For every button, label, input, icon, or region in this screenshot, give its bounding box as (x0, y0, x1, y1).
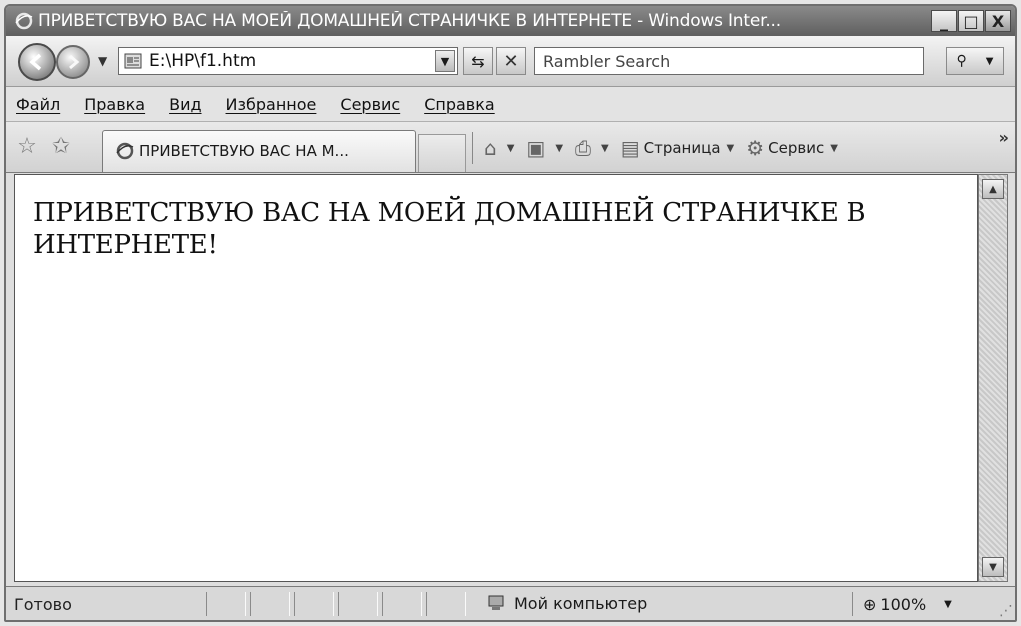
address-input[interactable]: E:\HP\f1.htm ▼ (118, 47, 458, 75)
feeds-button[interactable]: ▣ ▼ (526, 136, 563, 160)
page-menu-label: Страница (643, 139, 721, 157)
search-input[interactable]: Rambler Search (534, 47, 924, 75)
scroll-up-button[interactable]: ▲ (982, 179, 1004, 199)
browser-window: ПРИВЕТСТВУЮ ВАС НА МОЕЙ ДОМАШНЕЙ СТРАНИЧ… (4, 4, 1017, 622)
address-dropdown-button[interactable]: ▼ (435, 50, 455, 72)
menu-tools[interactable]: Сервис (340, 95, 400, 114)
refresh-button[interactable]: ⇆ (463, 47, 493, 75)
tools-menu-label: Сервис (768, 139, 825, 157)
status-cell (426, 592, 466, 616)
status-cell (250, 592, 290, 616)
forward-arrow-icon (69, 54, 80, 70)
chevron-down-icon: ▼ (985, 55, 994, 67)
chevron-down-icon: ▼ (944, 598, 952, 610)
status-cell (382, 592, 422, 616)
more-commands-button[interactable]: » (999, 128, 1009, 147)
close-button[interactable]: X (985, 10, 1011, 32)
zone-label: Мой компьютер (514, 593, 648, 613)
print-icon: ⎙ (575, 136, 592, 160)
resize-grip-icon[interactable]: ⋰ (999, 603, 1013, 619)
menu-bar: Файл Правка Вид Избранное Сервис Справка (6, 87, 1015, 122)
chevron-down-icon: ▼ (555, 142, 564, 154)
print-button[interactable]: ⎙ ▼ (575, 136, 609, 160)
magnifier-icon: ⚲ (956, 53, 967, 69)
new-tab-button[interactable] (418, 134, 466, 172)
chevron-down-icon: ▼ (830, 142, 838, 154)
menu-favorites[interactable]: Избранное (226, 95, 317, 114)
scroll-down-button[interactable]: ▼ (982, 557, 1004, 577)
address-row: ▼ E:\HP\f1.htm ▼ ⇆ ✕ Rambler Search ⚲ ▼ (6, 36, 1015, 87)
page-menu-icon: ▤ (620, 136, 640, 160)
title-bar: ПРИВЕТСТВУЮ ВАС НА МОЕЙ ДОМАШНЕЙ СТРАНИЧ… (6, 6, 1015, 36)
zoom-control[interactable]: ⊕ 100% ▼ (852, 592, 992, 616)
address-url: E:\HP\f1.htm (149, 51, 257, 71)
vertical-scrollbar[interactable]: ▲ ▼ (978, 174, 1008, 582)
forward-button[interactable] (56, 45, 90, 79)
search-button[interactable]: ⚲ ▼ (946, 47, 1004, 75)
tools-gear-icon: ⚙ (746, 136, 765, 160)
stop-button[interactable]: ✕ (496, 47, 526, 75)
menu-help[interactable]: Справка (424, 95, 495, 114)
status-cell (206, 592, 246, 616)
security-zone[interactable]: Мой компьютер (486, 593, 647, 613)
back-arrow-icon (29, 53, 42, 71)
window-title: ПРИВЕТСТВУЮ ВАС НА МОЕЙ ДОМАШНЕЙ СТРАНИЧ… (38, 11, 781, 31)
maximize-button[interactable]: □ (958, 10, 984, 32)
chevron-down-icon: ▼ (726, 142, 735, 154)
add-favorites-icon[interactable]: ✩ (50, 134, 72, 159)
zoom-level: 100% (880, 594, 927, 614)
menu-edit[interactable]: Правка (84, 95, 145, 114)
favorites-star-icon[interactable]: ☆ (16, 134, 38, 159)
menu-view[interactable]: Вид (169, 95, 201, 114)
tools-menu-button[interactable]: ⚙ Сервис ▼ (746, 136, 838, 160)
tab-label: ПРИВЕТСТВУЮ ВАС НА М... (139, 142, 349, 160)
status-text: Готово (14, 595, 72, 614)
status-bar: Готово Мой компьютер ⊕ 100% ▼ ⋰ (6, 586, 1015, 620)
search-placeholder: Rambler Search (543, 52, 671, 71)
minimize-button[interactable]: _ (931, 10, 957, 32)
page-heading: ПРИВЕТСТВУЮ ВАС НА МОЕЙ ДОМАШНЕЙ СТРАНИЧ… (33, 198, 866, 260)
refresh-icon: ⇆ (471, 51, 485, 71)
back-button[interactable] (18, 43, 56, 81)
zoom-icon: ⊕ (863, 594, 877, 614)
ie-icon (15, 12, 33, 30)
command-tools: ⌂ ▼ ▣ ▼ ⎙ ▼ ▤ Страница ▼ ⚙ Сервис ▼ (484, 134, 850, 162)
command-bar: ☆ ✩ ПРИВЕТСТВУЮ ВАС НА М... ⌂ ▼ ▣ ▼ ⎙ ▼ ▤ Ст… (6, 122, 1015, 173)
page-content: ПРИВЕТСТВУЮ ВАС НА МОЕЙ ДОМАШНЕЙ СТРАНИЧ… (14, 174, 978, 582)
page-icon (124, 53, 142, 69)
home-button[interactable]: ⌂ ▼ (484, 136, 514, 160)
tab-current[interactable]: ПРИВЕТСТВУЮ ВАС НА М... (102, 130, 416, 172)
computer-icon (488, 595, 504, 610)
ie-icon (116, 142, 134, 160)
window-controls: _ □ X (931, 10, 1011, 32)
feeds-icon: ▣ (526, 136, 546, 160)
history-dropdown-icon[interactable]: ▼ (98, 54, 107, 68)
chevron-down-icon: ▼ (601, 142, 609, 154)
status-cell (338, 592, 378, 616)
stop-icon: ✕ (503, 50, 519, 72)
home-icon: ⌂ (484, 136, 497, 160)
page-menu-button[interactable]: ▤ Страница ▼ (621, 136, 735, 160)
chevron-down-icon: ▼ (506, 142, 515, 154)
menu-file[interactable]: Файл (16, 95, 60, 114)
status-cell (294, 592, 334, 616)
separator (472, 132, 473, 164)
